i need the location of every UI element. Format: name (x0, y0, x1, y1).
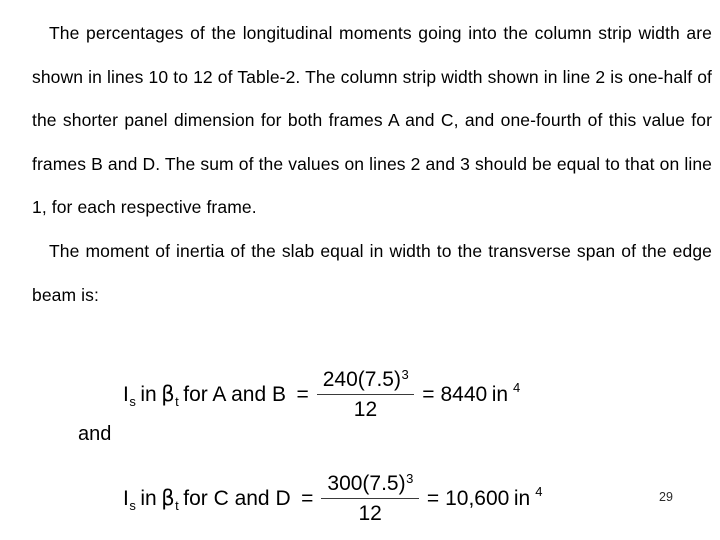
paragraph-2: The moment of inertia of the slab equal … (32, 230, 712, 317)
equation-2-scope: for C and D (183, 487, 291, 511)
slide-canvas: The percentages of the longitudinal mome… (0, 0, 720, 540)
equation-1-result-value: 8440 (440, 382, 488, 406)
equation-1-result-unit-exponent: 4 (513, 380, 521, 396)
equation-2-symbol-subscript: s (129, 498, 136, 514)
equation-1-numerator: 240(7.5)3 (317, 367, 414, 394)
equation-2-beta-symbol: β (161, 486, 175, 511)
equation-1-beta-symbol: β (161, 382, 175, 407)
equation-2-result-unit: in (513, 486, 531, 510)
equations-block: Is in βt for A and B = 240(7.5)3 12 = 84… (0, 352, 720, 540)
equation-2-preposition: in (140, 487, 157, 511)
equation-2-result-unit-exponent: 4 (535, 484, 543, 500)
paragraph-1: The percentages of the longitudinal mome… (32, 12, 712, 230)
equation-1-preposition: in (140, 383, 157, 407)
equation-1-denominator: 12 (353, 398, 378, 422)
equation-2-numerator-base: 300(7.5) (327, 472, 406, 495)
equation-2-denominator: 12 (358, 502, 382, 526)
body-text-block: The percentages of the longitudinal mome… (32, 12, 712, 317)
equation-1-fraction: 240(7.5)3 12 (316, 367, 415, 422)
equation-1-numerator-exponent: 3 (401, 367, 409, 382)
equation-2-beta-subscript: t (175, 498, 179, 514)
paragraph-1-text: The percentages of the longitudinal mome… (32, 23, 712, 218)
equation-for-c-and-d: Is in βt for C and D = 300(7.5)3 12 = 10… (123, 471, 543, 526)
equation-for-a-and-b: Is in βt for A and B = 240(7.5)3 12 = 84… (123, 367, 521, 422)
equation-2-result-value: 10,600 (445, 486, 510, 510)
equation-1-beta-subscript: t (175, 394, 179, 410)
equation-2-lhs: Is in βt for C and D (123, 486, 295, 514)
equations-connector-label: and (78, 423, 112, 445)
equation-2-equals-sign: = (301, 486, 314, 510)
equation-1-symbol-subscript: s (129, 394, 136, 410)
paragraph-2-text: The moment of inertia of the slab equal … (32, 240, 712, 305)
equation-2-numerator-exponent: 3 (406, 471, 414, 486)
equation-2-equals-sign-2: = (426, 486, 440, 510)
equation-1-result-unit: in (491, 382, 509, 406)
equation-1-lhs: Is in βt for A and B (123, 382, 290, 410)
equation-1-equals-sign-2: = (422, 382, 435, 406)
page-number: 29 (659, 490, 673, 504)
equation-2-fraction: 300(7.5)3 12 (321, 471, 419, 526)
equation-2-numerator: 300(7.5)3 (321, 471, 418, 498)
equation-1-numerator-base: 240(7.5) (322, 368, 401, 391)
equation-1-equals-sign: = (296, 382, 309, 406)
equation-1-scope: for A and B (183, 383, 286, 407)
